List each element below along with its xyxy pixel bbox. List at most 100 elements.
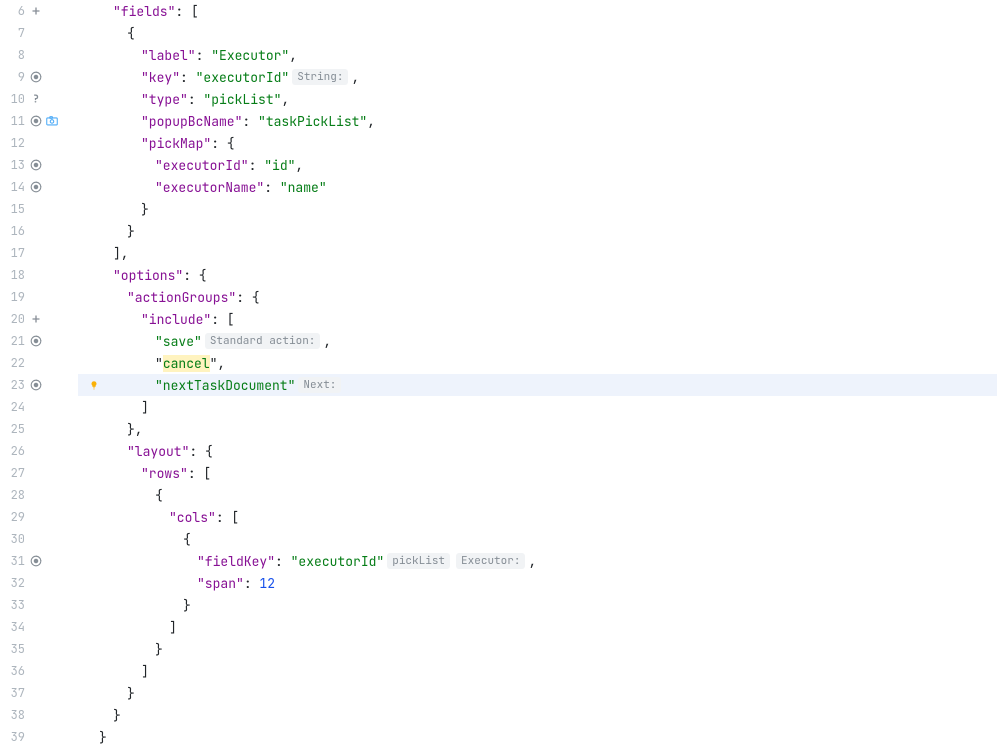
code-line[interactable]: "save"Standard action:, (78, 330, 997, 352)
code-line[interactable]: { (78, 528, 997, 550)
gutter-line[interactable]: 25 (0, 418, 77, 440)
gutter-line[interactable]: 19 (0, 286, 77, 308)
code-line[interactable]: "cols": [ (78, 506, 997, 528)
gutter-line[interactable]: 24 (0, 396, 77, 418)
gutter-line[interactable]: 14 (0, 176, 77, 198)
token-key: "fieldKey" (197, 553, 275, 570)
code-line[interactable]: "nextTaskDocument"Next: (78, 374, 997, 396)
code-editor[interactable]: 678910?111213141516171819202122232425262… (0, 0, 997, 754)
gutter-line[interactable]: 32 (0, 572, 77, 594)
gutter-line[interactable]: 6 (0, 0, 77, 22)
token-punct: { (183, 531, 191, 548)
gutter-line[interactable]: 20 (0, 308, 77, 330)
gutter-line[interactable]: 29 (0, 506, 77, 528)
token-punct: : [ (216, 509, 239, 526)
code-line[interactable]: } (78, 704, 997, 726)
code-line[interactable]: { (78, 22, 997, 44)
eye-icon[interactable] (29, 334, 43, 348)
line-number: 39 (1, 729, 25, 745)
code-line[interactable]: "key": "executorId"String:, (78, 66, 997, 88)
eye-icon[interactable] (29, 180, 43, 194)
code-line[interactable]: "include": [ (78, 308, 997, 330)
code-line[interactable]: "label": "Executor", (78, 44, 997, 66)
code-line[interactable]: "layout": { (78, 440, 997, 462)
gutter-line[interactable]: 27 (0, 462, 77, 484)
code-line[interactable]: "executorId": "id", (78, 154, 997, 176)
gutter-line[interactable]: 15 (0, 198, 77, 220)
code-line[interactable]: "span": 12 (78, 572, 997, 594)
camera-icon[interactable] (45, 114, 59, 128)
plus-icon[interactable] (29, 312, 43, 326)
gutter-line[interactable]: 36 (0, 660, 77, 682)
code-line[interactable]: } (78, 638, 997, 660)
gutter-line[interactable]: 30 (0, 528, 77, 550)
token-str: "Executor" (211, 47, 289, 64)
gutter-line[interactable]: 10? (0, 88, 77, 110)
code-line[interactable]: } (78, 594, 997, 616)
eye-icon[interactable] (29, 158, 43, 172)
code-line[interactable]: ] (78, 616, 997, 638)
gutter-line[interactable]: 13 (0, 154, 77, 176)
code-line[interactable]: } (78, 198, 997, 220)
gutter-line[interactable]: 34 (0, 616, 77, 638)
eye-icon[interactable] (29, 554, 43, 568)
gutter-line[interactable]: 16 (0, 220, 77, 242)
gutter-line[interactable]: 23 (0, 374, 77, 396)
gutter: 678910?111213141516171819202122232425262… (0, 0, 78, 754)
code-line[interactable]: "rows": [ (78, 462, 997, 484)
gutter-line[interactable]: 37 (0, 682, 77, 704)
code-line[interactable]: "fields": [ (78, 0, 997, 22)
gutter-line[interactable]: 26 (0, 440, 77, 462)
gutter-line[interactable]: 7 (0, 22, 77, 44)
plus-icon[interactable] (29, 4, 43, 18)
gutter-line[interactable]: 33 (0, 594, 77, 616)
inlay-hint[interactable]: Executor: (456, 553, 525, 569)
token-str: "save" (155, 333, 202, 350)
gutter-line[interactable]: 22 (0, 352, 77, 374)
bulb-icon[interactable] (89, 380, 99, 390)
token-key: "type" (141, 91, 188, 108)
gutter-line[interactable]: 12 (0, 132, 77, 154)
gutter-line[interactable]: 39 (0, 726, 77, 748)
gutter-line[interactable]: 17 (0, 242, 77, 264)
inlay-hint[interactable]: String: (292, 69, 348, 85)
code-line[interactable]: ] (78, 396, 997, 418)
code-line[interactable]: "executorName": "name" (78, 176, 997, 198)
code-line[interactable]: "popupBcName": "taskPickList", (78, 110, 997, 132)
gutter-line[interactable]: 31 (0, 550, 77, 572)
code-line[interactable]: } (78, 220, 997, 242)
gutter-line[interactable]: 18 (0, 264, 77, 286)
token-key: "options" (113, 267, 183, 284)
code-line[interactable]: { (78, 484, 997, 506)
token-str: "pickList" (203, 91, 281, 108)
line-number: 8 (1, 47, 25, 63)
code-line[interactable]: "fieldKey": "executorId"pickListExecutor… (78, 550, 997, 572)
gutter-line[interactable]: 8 (0, 44, 77, 66)
editor-content[interactable]: "fields": [{"label": "Executor","key": "… (78, 0, 997, 754)
code-line[interactable]: ] (78, 660, 997, 682)
gutter-line[interactable]: 11 (0, 110, 77, 132)
code-line[interactable]: "type": "pickList", (78, 88, 997, 110)
inlay-hint[interactable]: Next: (298, 377, 341, 393)
code-line[interactable]: ], (78, 242, 997, 264)
code-line[interactable]: "actionGroups": { (78, 286, 997, 308)
gutter-line[interactable]: 9 (0, 66, 77, 88)
code-line[interactable]: "cancel", (78, 352, 997, 374)
token-punct: : (180, 69, 196, 86)
question-icon[interactable]: ? (29, 92, 43, 106)
eye-icon[interactable] (29, 378, 43, 392)
inlay-hint[interactable]: pickList (387, 553, 450, 569)
token-punct: : (244, 575, 260, 592)
inlay-hint[interactable]: Standard action: (205, 333, 321, 349)
gutter-line[interactable]: 38 (0, 704, 77, 726)
code-line[interactable]: } (78, 726, 997, 748)
eye-icon[interactable] (29, 70, 43, 84)
gutter-line[interactable]: 21 (0, 330, 77, 352)
code-line[interactable]: } (78, 682, 997, 704)
gutter-line[interactable]: 35 (0, 638, 77, 660)
code-line[interactable]: }, (78, 418, 997, 440)
code-line[interactable]: "options": { (78, 264, 997, 286)
gutter-line[interactable]: 28 (0, 484, 77, 506)
eye-icon[interactable] (29, 114, 43, 128)
code-line[interactable]: "pickMap": { (78, 132, 997, 154)
